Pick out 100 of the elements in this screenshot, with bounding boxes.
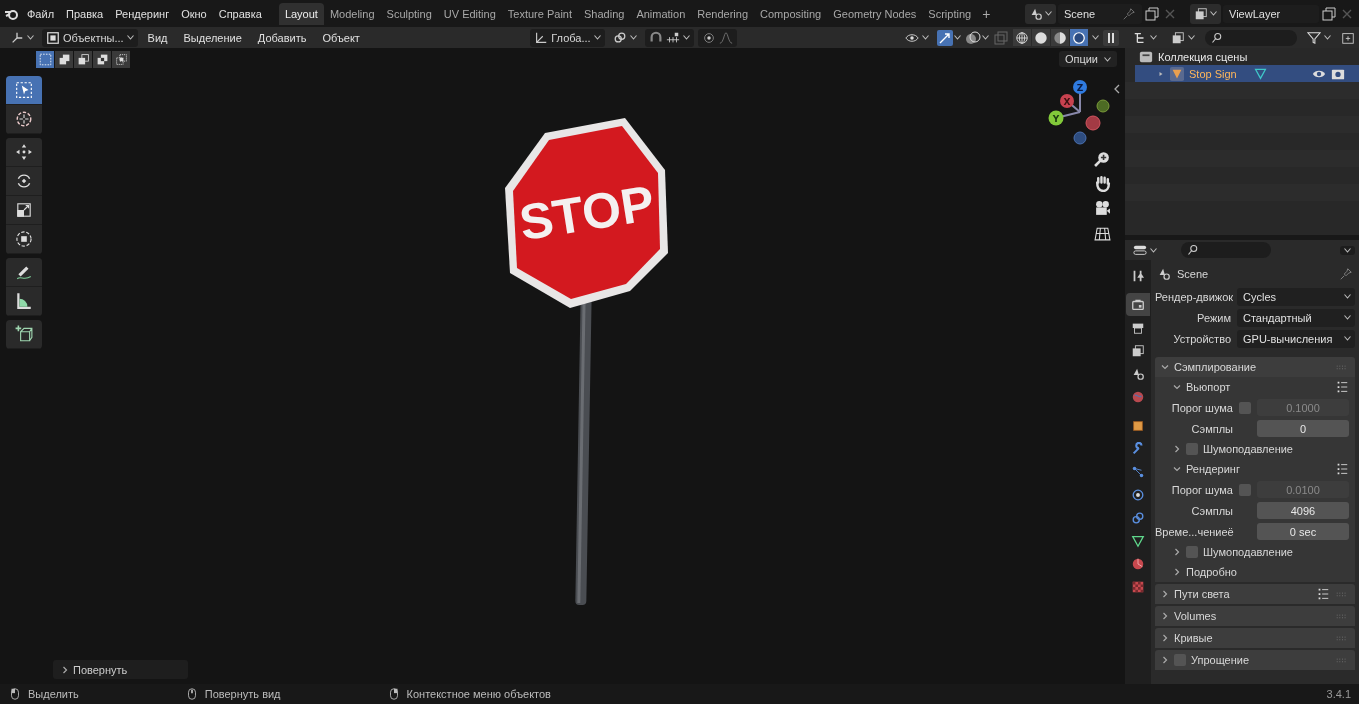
view-layer-name-field[interactable]: ViewLayer	[1223, 4, 1319, 23]
panel-header[interactable]: Шумоподавление	[1155, 439, 1355, 459]
viewport-menu[interactable]: Выделение	[177, 29, 248, 46]
workspace-tab[interactable]: Geometry Nodes	[827, 2, 923, 25]
menu-item[interactable]: Файл	[22, 4, 60, 23]
number-field[interactable]: 0	[1257, 420, 1349, 437]
image-stack-icon	[1131, 343, 1145, 358]
scene-browse-button[interactable]	[1025, 3, 1056, 24]
menu-item[interactable]: Правка	[61, 4, 109, 23]
panel-header[interactable]: Вьюпорт	[1155, 377, 1355, 397]
axis-label: Y	[1052, 113, 1060, 124]
zoom-icon[interactable]	[1094, 150, 1111, 167]
preset-list-icon[interactable]	[1335, 380, 1349, 394]
options-dropdown[interactable]: Опции	[1058, 51, 1117, 67]
tool-button[interactable]	[6, 320, 42, 349]
panel-header[interactable]: Кривые	[1155, 628, 1355, 648]
outliner-row[interactable]: Stop Sign	[1135, 65, 1359, 82]
tool-button[interactable]	[6, 76, 42, 105]
panel-header[interactable]: Упрощение	[1155, 650, 1355, 670]
workspace-tab[interactable]: Compositing	[754, 2, 828, 25]
viewport-menu[interactable]: Вид	[141, 29, 174, 46]
chain-icon	[1131, 510, 1145, 525]
status-hint: Повернуть вид	[204, 688, 281, 700]
mesh-data-icon[interactable]	[1254, 67, 1267, 80]
menu-item[interactable]: Рендеринг	[110, 4, 175, 23]
add-workspace-button[interactable]: +	[977, 3, 996, 24]
outliner-row[interactable]: Коллекция сцены	[1125, 48, 1359, 65]
workspace-tab[interactable]: Animation	[630, 2, 692, 25]
workspace-tab[interactable]: Rendering	[691, 2, 755, 25]
tool-button[interactable]	[6, 196, 42, 225]
hand-icon[interactable]	[1094, 175, 1111, 192]
status-hint: Выделить	[28, 688, 79, 700]
workspace-tab[interactable]: Texture Paint	[501, 2, 578, 25]
shading-mode-button[interactable]	[1051, 29, 1069, 46]
navigation-gizmo[interactable]: X Y Z	[1048, 80, 1110, 145]
workspace-tab[interactable]: Scripting	[922, 2, 978, 25]
panel-header[interactable]: Подробно	[1155, 562, 1355, 582]
panel-header[interactable]: Volumes	[1155, 606, 1355, 626]
menu-item[interactable]: Окно	[176, 4, 212, 23]
grid-icon[interactable]	[1094, 225, 1111, 242]
checkbox[interactable]	[1186, 546, 1198, 558]
copy-icon[interactable]	[1321, 5, 1337, 22]
preset-list-icon[interactable]	[1335, 462, 1349, 476]
workspace-tab[interactable]: Layout	[278, 2, 324, 25]
workspace-tab[interactable]: Modeling	[323, 2, 381, 25]
tool-button[interactable]	[6, 258, 42, 287]
shading-mode-button[interactable]	[1013, 29, 1031, 46]
workspace-tab[interactable]: Shading	[578, 2, 631, 25]
last-operator-panel[interactable]: Повернуть	[53, 660, 188, 679]
dropdown[interactable]: Cycles	[1237, 287, 1355, 306]
pin-icon[interactable]	[1339, 267, 1353, 281]
selection-mode-button[interactable]	[93, 50, 111, 68]
panel-header[interactable]: Рендеринг	[1155, 459, 1355, 479]
panel-header[interactable]: Пути света	[1155, 584, 1355, 604]
panel-header[interactable]: Шумоподавление	[1155, 542, 1355, 562]
dropdown[interactable]: Стандартный	[1237, 308, 1355, 327]
tool-button[interactable]	[6, 167, 42, 196]
scene-name-field[interactable]: Scene	[1058, 3, 1142, 24]
panel-header[interactable]: Сэмплирование	[1155, 357, 1355, 377]
options-dropdown-button[interactable]	[1340, 245, 1355, 255]
magnet-icon	[648, 30, 663, 45]
gizmo-toggle-icon[interactable]	[937, 29, 953, 46]
mode-dropdown[interactable]: Объектны...	[42, 28, 138, 47]
pause-icon[interactable]	[1103, 29, 1119, 46]
properties-icon	[1133, 243, 1147, 257]
tool-button[interactable]	[6, 225, 42, 254]
view-layer-browse-button[interactable]	[1190, 3, 1221, 24]
copy-icon[interactable]	[1144, 5, 1160, 22]
chevron-left-icon[interactable]	[1113, 84, 1121, 94]
selection-mode-button[interactable]	[36, 50, 54, 68]
workspace-tab[interactable]: UV Editing	[437, 2, 502, 25]
new-collection-icon[interactable]	[1341, 30, 1355, 45]
orientation-dropdown[interactable]: Глоба...	[530, 28, 605, 47]
selection-mode-button[interactable]	[55, 50, 73, 68]
viewport-menu[interactable]: Объект	[316, 29, 366, 46]
tool-button[interactable]	[6, 287, 42, 316]
preset-list-icon[interactable]	[1316, 587, 1330, 601]
number-field[interactable]: 0 sec	[1257, 523, 1349, 540]
snap-dropdown[interactable]	[644, 28, 694, 47]
overlays-icon[interactable]	[965, 29, 981, 46]
search-field[interactable]	[1181, 242, 1271, 258]
properties-tab[interactable]	[1126, 293, 1150, 316]
selection-mode-button[interactable]	[112, 50, 130, 68]
viewport-menu[interactable]: Добавить	[251, 29, 313, 46]
movie-camera-icon[interactable]	[1094, 200, 1111, 217]
menu-item[interactable]: Справка	[213, 4, 267, 23]
proportional-edit-button[interactable]	[697, 28, 737, 47]
dropdown[interactable]: GPU-вычисления	[1237, 329, 1355, 348]
tool-button[interactable]	[6, 105, 42, 134]
shading-mode-button[interactable]	[1070, 29, 1088, 46]
number-field[interactable]: 4096	[1257, 502, 1349, 519]
checkbox[interactable]	[1186, 443, 1198, 455]
tool-button[interactable]	[6, 138, 42, 167]
camera-back-icon	[1131, 297, 1145, 312]
selection-mode-button[interactable]	[74, 50, 92, 68]
search-field[interactable]	[1205, 29, 1297, 46]
workspace-tab[interactable]: Sculpting	[380, 2, 438, 25]
shading-mode-button[interactable]	[1032, 29, 1050, 46]
square-icon	[1131, 418, 1145, 433]
pin-icon[interactable]	[1122, 6, 1136, 21]
